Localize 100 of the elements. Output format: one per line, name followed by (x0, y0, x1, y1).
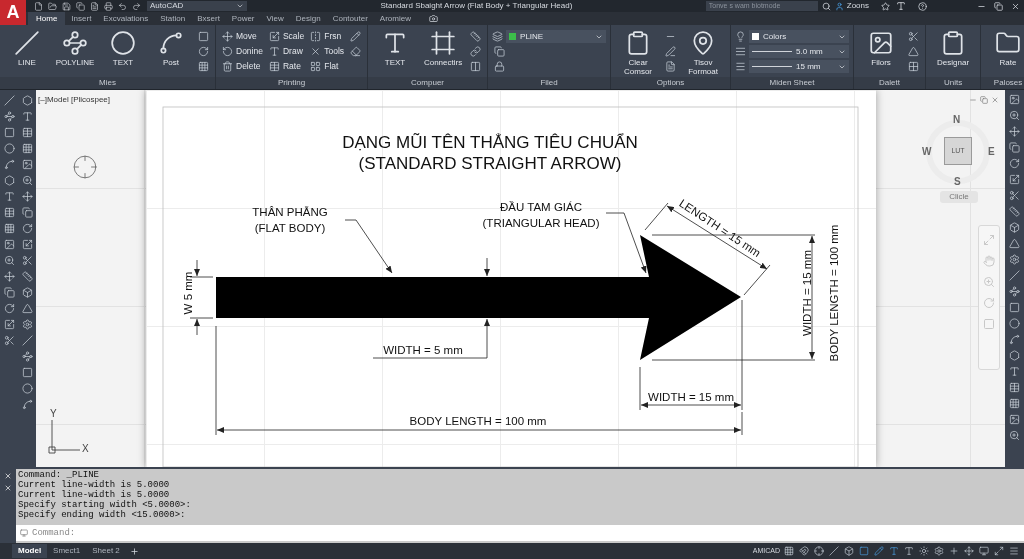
add-layout-icon[interactable] (129, 546, 139, 556)
ribbon-tab[interactable]: Aromiew (373, 12, 417, 25)
panel-title[interactable]: Mies (0, 77, 215, 89)
ribbon-tab[interactable]: Insert (65, 12, 98, 25)
link-icon (470, 46, 482, 57)
ribbon-tab[interactable]: Power (225, 12, 261, 25)
ribbon-tool[interactable]: Scale (266, 29, 307, 44)
property-dropdown[interactable]: 5.0 mm (749, 45, 850, 58)
pencil-button[interactable] (348, 29, 364, 44)
ribbon-tool[interactable]: LINE (4, 29, 50, 68)
ribbon-tab[interactable]: Design (289, 12, 327, 25)
property-dropdown[interactable]: PLINE (506, 30, 607, 43)
link-button[interactable] (468, 44, 484, 59)
ribbon-tool[interactable]: Move (220, 29, 265, 44)
triangle-button[interactable] (906, 44, 922, 59)
ribbon-tool[interactable]: TEXT (372, 29, 419, 68)
panel-title[interactable]: Units (926, 77, 981, 89)
workspace-dropdown[interactable]: AutoCAD (147, 1, 247, 11)
ribbon-tool[interactable]: TEXT (100, 29, 146, 68)
table-icon (268, 61, 280, 72)
wcs-menu[interactable]: Clicle (940, 191, 978, 203)
ribbon-tool[interactable]: Draw (266, 44, 307, 59)
crosshair-icon (814, 546, 824, 556)
command-history-line: Specify ending width <15.0000>: (18, 510, 187, 520)
command-prompt-icon (20, 529, 28, 537)
font-icon[interactable] (896, 1, 906, 11)
panel-title[interactable]: Miden Sheet (731, 77, 854, 89)
ribbon-tab[interactable]: View (260, 12, 290, 25)
help-icon[interactable] (918, 1, 927, 11)
panel-title[interactable]: Paloses (981, 77, 1024, 89)
property-dropdown[interactable]: 15 mm (749, 60, 850, 73)
layout-tab[interactable]: Sheet 2 (86, 544, 126, 558)
camera-icon[interactable] (428, 14, 438, 23)
ribbon-tool[interactable]: Post (148, 29, 194, 68)
viewport-label[interactable]: [–]Model [Plicospee] (38, 94, 111, 106)
ribbon-tool[interactable]: Tools (308, 44, 347, 59)
panel-title[interactable]: Options (611, 77, 731, 89)
ribbon-tool[interactable]: Tisov Formoat (680, 29, 727, 77)
user-name[interactable]: Zoons (846, 0, 869, 12)
curved-arrow-button[interactable] (196, 44, 211, 59)
command-input[interactable]: Command: (16, 525, 1024, 541)
ribbon-tab[interactable]: Bxsert (191, 12, 226, 25)
property-dropdown[interactable]: Colors (749, 30, 850, 43)
compass-letter[interactable]: W (922, 144, 932, 159)
compass-letter[interactable]: S (954, 174, 961, 189)
panel-title[interactable]: Dalett (854, 77, 926, 89)
close-icon[interactable] (1011, 1, 1020, 11)
compass-letter[interactable]: E (988, 144, 995, 159)
layout-tab[interactable]: Smect1 (47, 544, 87, 558)
grid-icon (310, 61, 322, 72)
ribbon-tab[interactable]: Station (154, 12, 192, 25)
ribbon-tool[interactable]: Frsn (308, 29, 347, 44)
ribbon-tool[interactable]: Filors (858, 29, 905, 68)
ribbon-tool[interactable]: Clear Comsor (615, 29, 662, 77)
star-icon[interactable] (881, 1, 890, 11)
user-icon[interactable] (834, 1, 844, 11)
panel-title[interactable]: Printing (216, 77, 368, 89)
panel-title[interactable]: Compuer (368, 77, 488, 89)
rectangle-button[interactable] (196, 29, 211, 44)
annotation-text: BODY LENGTH = 100 mm (828, 224, 840, 362)
layout-tab[interactable]: Model (12, 544, 48, 558)
app-logo[interactable]: A (0, 0, 26, 25)
ribbon-tab[interactable]: Excvaiations (97, 12, 155, 25)
zoom-icon (1009, 430, 1020, 441)
ribbon-tool[interactable]: Connectirs (420, 29, 467, 68)
model-viewport[interactable] (36, 90, 1005, 467)
ribbon-tab[interactable]: Contouter (326, 12, 374, 25)
restore-icon[interactable] (994, 1, 1003, 11)
polyline-icon (62, 30, 88, 56)
ribbon-tool[interactable]: Rate (985, 29, 1024, 68)
compass-letter[interactable]: N (953, 112, 961, 127)
box-icon (21, 287, 33, 298)
image-icon (1009, 414, 1020, 425)
caret-icon (236, 2, 244, 10)
move-icon (1009, 126, 1020, 137)
search-icon[interactable] (821, 1, 831, 11)
ribbon-tool[interactable]: POLYLINE (52, 29, 98, 68)
panel-title[interactable]: Filed (488, 77, 611, 89)
ribbon-tool[interactable]: Delete (220, 59, 265, 74)
ribbon-tool[interactable]: Flat (308, 59, 347, 74)
pen-button[interactable] (663, 44, 679, 59)
pencil-icon (350, 31, 362, 42)
ribbon-tool[interactable]: Designar (930, 29, 977, 68)
grid-icon (198, 61, 209, 72)
text-icon (904, 546, 914, 556)
close-icon (310, 46, 322, 57)
save-icon (62, 1, 71, 11)
annotation-text: WIDTH = 15 mm (648, 391, 734, 403)
eraser-button[interactable] (348, 44, 364, 59)
ribbon-tool[interactable]: Rate (266, 59, 307, 74)
ribbon-tab[interactable]: Home (28, 12, 66, 25)
ruler-button[interactable] (468, 29, 484, 44)
menu-icon (1009, 546, 1019, 556)
copy-icon (21, 207, 33, 218)
table-icon (1009, 382, 1020, 393)
grid-button[interactable] (196, 59, 211, 74)
restore-icon[interactable] (980, 96, 988, 104)
ribbon-tool[interactable]: Donine (220, 44, 265, 59)
line-icon (829, 546, 839, 556)
image-icon (21, 159, 33, 170)
